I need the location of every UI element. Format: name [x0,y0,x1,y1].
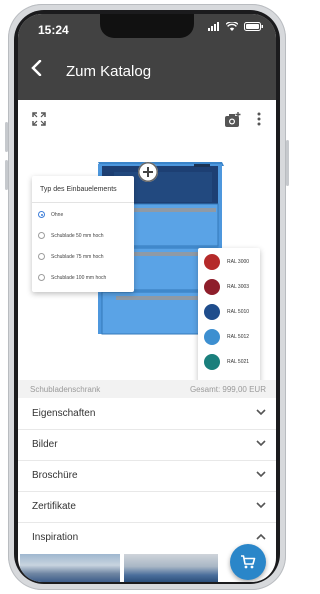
accordion-bilder[interactable]: Bilder [18,429,276,461]
option-label: Schublade 50 mm hoch [51,232,104,239]
insert-option-50mm[interactable]: Schublade 50 mm hoch [38,232,104,239]
add-element-button[interactable] [138,162,158,182]
swatch-label: RAL 5012 [227,334,250,340]
radio-selected[interactable] [38,211,45,218]
insert-type-popup: Typ des Einbauelements Ohne Schublade 50… [32,176,134,292]
chevron-down-icon [256,440,266,447]
volume-button [5,160,8,190]
color-picker-panel: RAL 3000 RAL 3003 RAL 5010 RAL 5012 RAL … [198,248,260,384]
color-swatch-ral-5010[interactable]: RAL 5010 [204,304,249,320]
option-label: Schublade 75 mm hoch [51,253,104,260]
arrow-back-icon [31,59,42,77]
swatch-label: RAL 3000 [227,259,250,265]
accordion-label: Zertifikate [32,501,76,512]
swatch-dot [204,304,220,320]
popup-title: Typ des Einbauelements [40,186,117,193]
notch [100,14,194,38]
chevron-down-icon [256,409,266,416]
volume-button [5,122,8,152]
swatch-label: RAL 5010 [227,309,250,315]
accordion-broschuere[interactable]: Broschüre [18,460,276,492]
back-button[interactable] [30,59,44,80]
insert-option-100mm[interactable]: Schublade 100 mm hoch [38,274,106,281]
cart-button[interactable] [230,544,266,580]
app-bar: Zum Katalog [18,44,276,100]
swatch-dot [204,254,220,270]
product-name: Schubladenschrank [30,385,101,394]
chevron-up-icon [256,533,266,540]
product-viewer: Typ des Einbauelements Ohne Schublade 50… [18,100,276,384]
accordion-zertifikate[interactable]: Zertifikate [18,491,276,523]
accordion-label: Broschüre [32,470,78,481]
radio[interactable] [38,253,45,260]
color-swatch-ral-5021[interactable]: RAL 5021 [204,354,249,370]
product-info-bar: Schubladenschrank Gesamt: 999,00 EUR [18,380,276,398]
inspiration-image[interactable] [20,554,120,582]
total-price: Gesamt: 999,00 EUR [189,385,266,394]
chevron-down-icon [256,502,266,509]
page-title: Zum Katalog [66,63,152,80]
insert-option-ohne[interactable]: Ohne [38,211,63,218]
accordion-label: Bilder [32,439,58,450]
status-icons [208,22,264,31]
color-swatch-ral-3000[interactable]: RAL 3000 [204,254,249,270]
shopping-cart-icon [241,555,256,569]
signal-icon [208,22,219,31]
popup-divider [32,202,134,203]
app-screen: 15:24 Zum Katalog Typ des Einbauelements… [18,14,276,582]
swatch-dot [204,354,220,370]
swatch-dot [204,329,220,345]
swatch-label: RAL 3003 [227,284,250,290]
color-swatch-ral-5012[interactable]: RAL 5012 [204,329,249,345]
radio[interactable] [38,274,45,281]
color-swatch-ral-3003[interactable]: RAL 3003 [204,279,249,295]
status-bar: 15:24 [18,14,276,44]
inspiration-image[interactable] [124,554,218,582]
insert-option-75mm[interactable]: Schublade 75 mm hoch [38,253,104,260]
radio[interactable] [38,232,45,239]
status-time: 15:24 [38,23,69,37]
option-label: Ohne [51,211,64,218]
accordion-eigenschaften[interactable]: Eigenschaften [18,398,276,430]
wifi-icon [226,22,238,31]
accordion-label: Eigenschaften [32,408,96,419]
swatch-label: RAL 5021 [227,359,250,365]
option-label: Schublade 100 mm hoch [51,274,107,281]
accordion-label: Inspiration [32,532,79,543]
battery-icon [244,22,263,31]
chevron-down-icon [256,471,266,478]
swatch-dot [204,279,220,295]
power-button [286,140,289,186]
